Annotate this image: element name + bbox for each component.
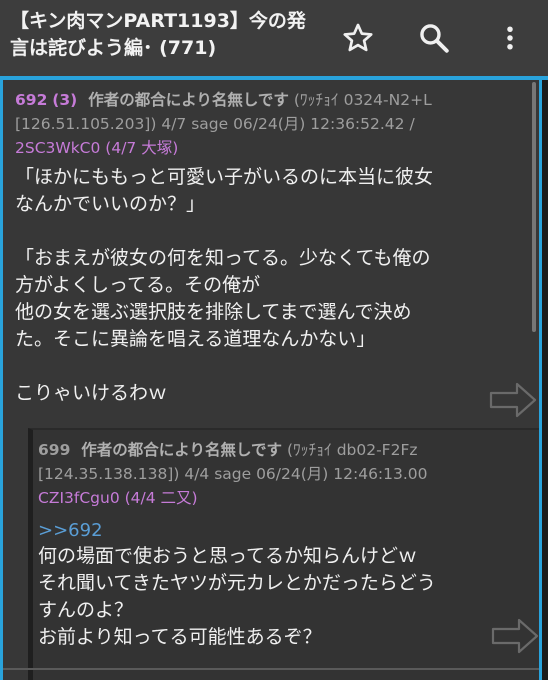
favorite-button[interactable] <box>334 14 382 62</box>
scrollbar[interactable] <box>532 82 536 332</box>
star-outline-icon <box>343 23 373 52</box>
reply-poster-name: 作者の都合により名無しです <box>81 441 283 459</box>
reply-number[interactable]: 699 <box>38 441 70 459</box>
reply-poster-info: (ﾜｯﾁｮｲ db02-F2Fz <box>286 441 418 459</box>
reply-header: 699 作者の都合により名無しです (ﾜｯﾁｮｲ db02-F2Fz [124.… <box>38 438 538 510</box>
post-699[interactable]: 699 作者の都合により名無しです (ﾜｯﾁｮｲ db02-F2Fz [124.… <box>28 428 539 680</box>
search-icon <box>420 24 449 53</box>
thread-title: 【キン肉マンPART1193】今の発言は詫びよう編･ (771) <box>10 10 306 59</box>
reply-anchor-link[interactable]: >>692 <box>38 518 103 544</box>
arrow-right-icon[interactable] <box>487 380 539 420</box>
reply-body: 何の場面で使おうと思ってるか知らんけどｗ それ聞いてきたヤツが元カレとかだったら… <box>38 545 436 648</box>
poster-info-line2: [126.51.105.203]) 4/7 sage 06/24(月) 12:3… <box>15 115 415 133</box>
divider <box>3 668 539 670</box>
reply-poster-info-line2: [124.35.138.138]) 4/4 sage 06/24(月) 12:4… <box>38 465 428 483</box>
poster-id[interactable]: 2SC3WkC0 (4/7 大塚) <box>15 139 178 157</box>
arrow-right-icon[interactable] <box>489 616 541 656</box>
more-vert-icon <box>507 26 513 50</box>
post-header: 692 (3) 作者の都合により名無しです (ﾜｯﾁｮｲ 0324-N2+L [… <box>15 88 535 160</box>
overflow-menu-button[interactable] <box>486 14 534 62</box>
search-button[interactable] <box>410 14 458 62</box>
post-692[interactable]: 692 (3) 作者の都合により名無しです (ﾜｯﾁｮｲ 0324-N2+L [… <box>3 80 539 428</box>
poster-info: (ﾜｯﾁｮｲ 0324-N2+L <box>293 91 432 109</box>
post-body: 「ほかにももっと可愛い子がいるのに本当に彼女 なんかでいいのか？」 「おまえが彼… <box>15 166 434 404</box>
reply-count[interactable]: (3) <box>52 91 77 109</box>
app-bar: 【キン肉マンPART1193】今の発言は詫びよう編･ (771) <box>0 0 548 76</box>
post-number[interactable]: 692 <box>15 91 47 109</box>
reply-poster-id[interactable]: CZI3fCgu0 (4/4 二又) <box>38 489 198 507</box>
poster-name: 作者の都合により名無しです <box>88 91 289 109</box>
